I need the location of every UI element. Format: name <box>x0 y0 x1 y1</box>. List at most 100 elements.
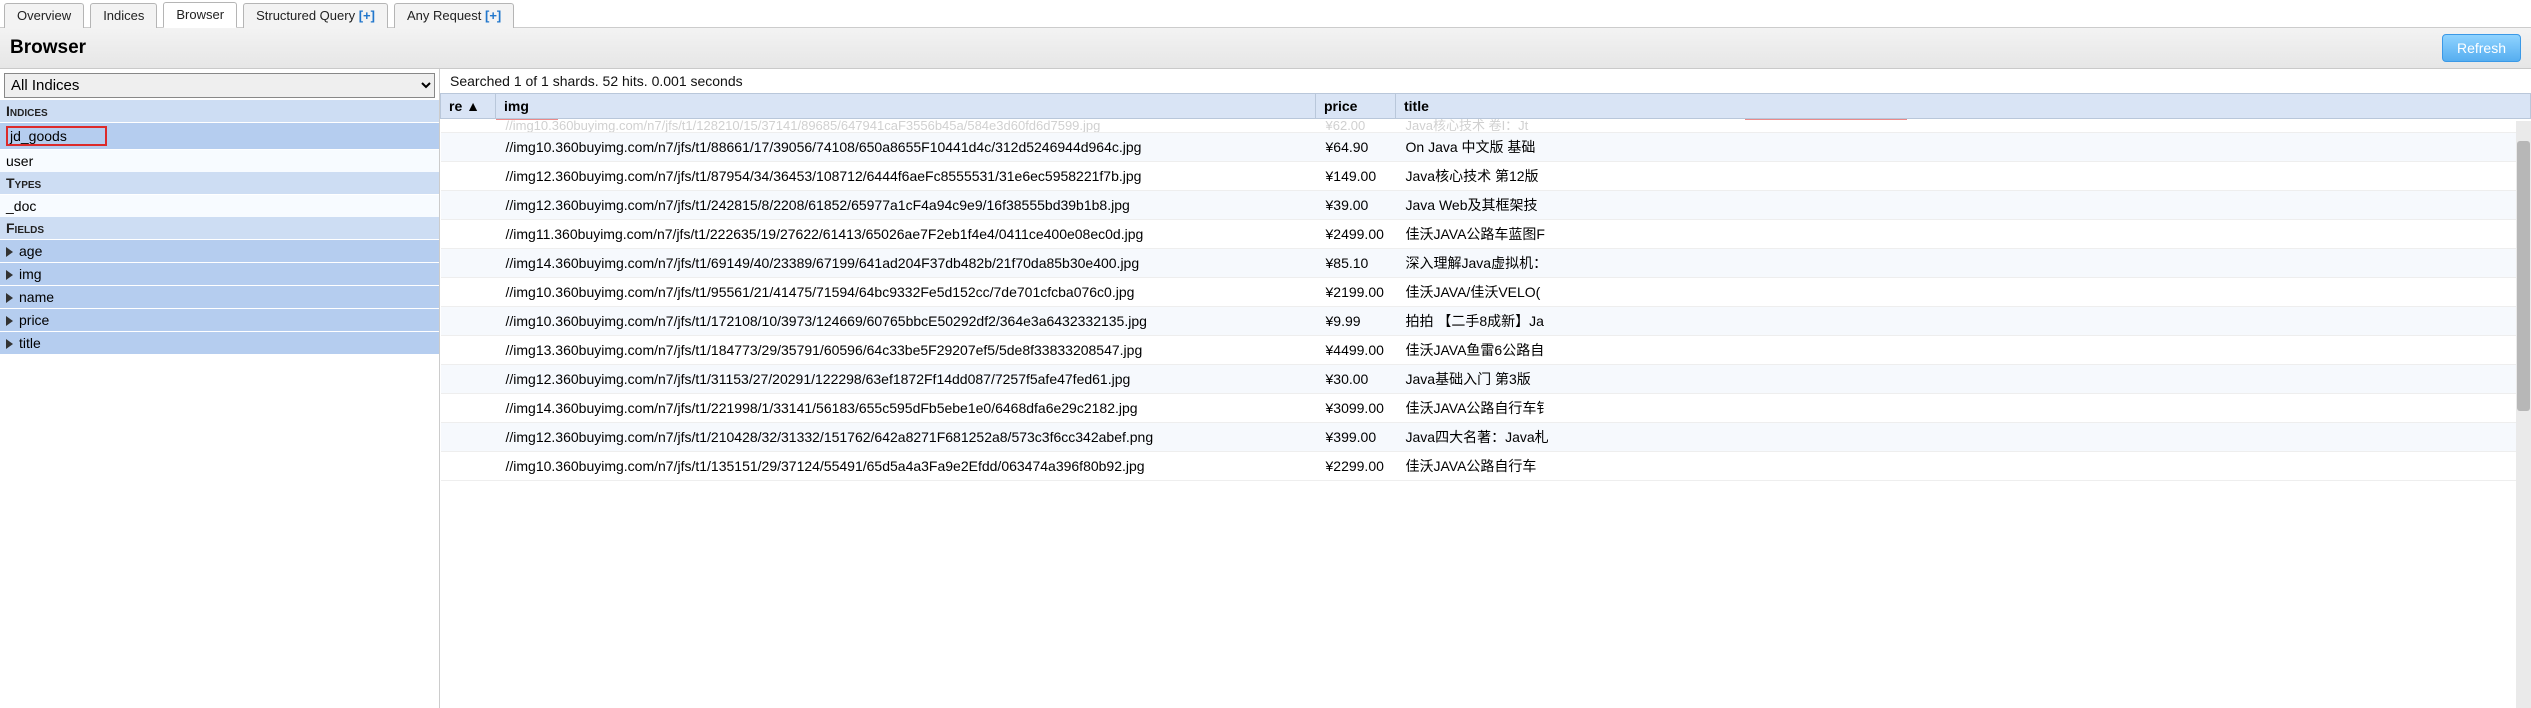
cell-img: //img12.360buyimg.com/n7/jfs/t1/87954/34… <box>496 162 1316 191</box>
caret-right-icon <box>6 270 13 280</box>
cell-title: 深入理解Java虚拟机： <box>1396 249 2531 278</box>
cell-partial <box>441 220 496 249</box>
cell-title: 佳沃JAVA/佳沃VELO( <box>1396 278 2531 307</box>
cell-title: Java基础入门 第3版 <box>1396 365 2531 394</box>
vertical-scrollbar[interactable] <box>2516 121 2531 708</box>
field-title-label: title <box>19 335 41 351</box>
col-img[interactable]: img <box>496 94 1316 119</box>
cell-title: Java核心技术 第12版 <box>1396 162 2531 191</box>
tab-structured-query[interactable]: Structured Query [+] <box>243 3 388 28</box>
cell-partial <box>441 119 496 133</box>
col-partial[interactable]: re ▲ <box>441 94 496 119</box>
cell-partial <box>441 452 496 481</box>
cell-title: Java核心技术 卷I：Jt <box>1396 119 2531 133</box>
caret-right-icon <box>6 339 13 349</box>
table-row[interactable]: //img10.360buyimg.com/n7/jfs/t1/135151/2… <box>441 452 2531 481</box>
table-row[interactable]: //img11.360buyimg.com/n7/jfs/t1/222635/1… <box>441 220 2531 249</box>
cell-price: ¥30.00 <box>1316 365 1396 394</box>
cell-title: Java Web及其框架技 <box>1396 191 2531 220</box>
types-section-header: Types <box>0 172 439 194</box>
cell-img: //img10.360buyimg.com/n7/jfs/t1/135151/2… <box>496 452 1316 481</box>
table-row[interactable]: //img12.360buyimg.com/n7/jfs/t1/242815/8… <box>441 191 2531 220</box>
cell-price: ¥4499.00 <box>1316 336 1396 365</box>
cell-partial <box>441 162 496 191</box>
results-table: re ▲ img price title //img10.360buyimg.c… <box>440 93 2531 481</box>
cell-price: ¥85.10 <box>1316 249 1396 278</box>
field-price-label: price <box>19 312 49 328</box>
caret-right-icon <box>6 293 13 303</box>
table-row[interactable]: //img14.360buyimg.com/n7/jfs/t1/69149/40… <box>441 249 2531 278</box>
page-title: Browser <box>10 37 86 59</box>
cell-img: //img14.360buyimg.com/n7/jfs/t1/221998/1… <box>496 394 1316 423</box>
table-row[interactable]: //img12.360buyimg.com/n7/jfs/t1/31153/27… <box>441 365 2531 394</box>
cell-title: On Java 中文版 基础 <box>1396 133 2531 162</box>
cell-img: //img10.360buyimg.com/n7/jfs/t1/95561/21… <box>496 278 1316 307</box>
cell-price: ¥9.99 <box>1316 307 1396 336</box>
tab-browser[interactable]: Browser <box>163 2 237 28</box>
cell-price: ¥399.00 <box>1316 423 1396 452</box>
index-item-user[interactable]: user <box>0 149 439 172</box>
index-item-jd-goods[interactable]: jd_goods <box>0 122 439 149</box>
sidebar: All Indices Indices jd_goods user Types … <box>0 69 440 708</box>
field-name-label: name <box>19 289 54 305</box>
col-partial-label: re ▲ <box>449 98 480 114</box>
refresh-button[interactable]: Refresh <box>2442 34 2521 62</box>
cell-img: //img10.360buyimg.com/n7/jfs/t1/128210/1… <box>496 119 1316 133</box>
field-item-name[interactable]: name <box>0 285 439 308</box>
table-row[interactable]: //img10.360buyimg.com/n7/jfs/t1/95561/21… <box>441 278 2531 307</box>
tab-structured-query-label: Structured Query <box>256 8 355 23</box>
caret-right-icon <box>6 316 13 326</box>
tab-any-request-label: Any Request <box>407 8 481 23</box>
cell-img: //img12.360buyimg.com/n7/jfs/t1/242815/8… <box>496 191 1316 220</box>
cell-price: ¥2499.00 <box>1316 220 1396 249</box>
field-img-label: img <box>19 266 42 282</box>
table-row[interactable]: //img12.360buyimg.com/n7/jfs/t1/87954/34… <box>441 162 2531 191</box>
cell-title: 佳沃JAVA公路自行车 <box>1396 452 2531 481</box>
tab-indices[interactable]: Indices <box>90 3 157 28</box>
cell-title: 佳沃JAVA公路车蓝图F <box>1396 220 2531 249</box>
cell-title: 佳沃JAVA鱼雷6公路自 <box>1396 336 2531 365</box>
cell-title: Java四大名著：Java札 <box>1396 423 2531 452</box>
cell-img: //img11.360buyimg.com/n7/jfs/t1/222635/1… <box>496 220 1316 249</box>
field-item-price[interactable]: price <box>0 308 439 331</box>
cell-price: ¥149.00 <box>1316 162 1396 191</box>
cell-price: ¥2199.00 <box>1316 278 1396 307</box>
cell-title: 佳沃JAVA公路自行车钅 <box>1396 394 2531 423</box>
cell-price: ¥39.00 <box>1316 191 1396 220</box>
cell-img: //img12.360buyimg.com/n7/jfs/t1/210428/3… <box>496 423 1316 452</box>
table-row[interactable]: //img13.360buyimg.com/n7/jfs/t1/184773/2… <box>441 336 2531 365</box>
cell-partial <box>441 278 496 307</box>
fields-section-header: Fields <box>0 217 439 239</box>
cell-partial <box>441 307 496 336</box>
cell-title: 拍拍 【二手8成新】Ja <box>1396 307 2531 336</box>
cell-partial <box>441 249 496 278</box>
cell-price: ¥64.90 <box>1316 133 1396 162</box>
table-row[interactable]: //img10.360buyimg.com/n7/jfs/t1/172108/1… <box>441 307 2531 336</box>
cell-img: //img12.360buyimg.com/n7/jfs/t1/31153/27… <box>496 365 1316 394</box>
index-jd-goods-label: jd_goods <box>6 126 107 146</box>
cell-partial <box>441 191 496 220</box>
cell-partial <box>441 423 496 452</box>
tab-overview[interactable]: Overview <box>4 3 84 28</box>
table-row[interactable]: //img10.360buyimg.com/n7/jfs/t1/88661/17… <box>441 133 2531 162</box>
field-age-label: age <box>19 243 42 259</box>
field-item-age[interactable]: age <box>0 239 439 262</box>
col-title[interactable]: title <box>1396 94 2531 119</box>
scrollbar-thumb[interactable] <box>2517 141 2530 411</box>
field-item-title[interactable]: title <box>0 331 439 354</box>
cell-img: //img10.360buyimg.com/n7/jfs/t1/88661/17… <box>496 133 1316 162</box>
cell-img: //img14.360buyimg.com/n7/jfs/t1/69149/40… <box>496 249 1316 278</box>
table-row[interactable]: //img14.360buyimg.com/n7/jfs/t1/221998/1… <box>441 394 2531 423</box>
index-select[interactable]: All Indices <box>4 73 435 98</box>
cell-img: //img10.360buyimg.com/n7/jfs/t1/172108/1… <box>496 307 1316 336</box>
content-area: Searched 1 of 1 shards. 52 hits. 0.001 s… <box>440 69 2531 708</box>
field-item-img[interactable]: img <box>0 262 439 285</box>
type-item-doc[interactable]: _doc <box>0 194 439 217</box>
col-price[interactable]: price <box>1316 94 1396 119</box>
tab-any-request[interactable]: Any Request [+] <box>394 3 514 28</box>
table-row[interactable]: //img12.360buyimg.com/n7/jfs/t1/210428/3… <box>441 423 2531 452</box>
indices-section-header: Indices <box>0 100 439 122</box>
results-table-wrap[interactable]: re ▲ img price title //img10.360buyimg.c… <box>440 93 2531 704</box>
search-status: Searched 1 of 1 shards. 52 hits. 0.001 s… <box>440 69 2531 93</box>
table-row[interactable]: //img10.360buyimg.com/n7/jfs/t1/128210/1… <box>441 119 2531 133</box>
